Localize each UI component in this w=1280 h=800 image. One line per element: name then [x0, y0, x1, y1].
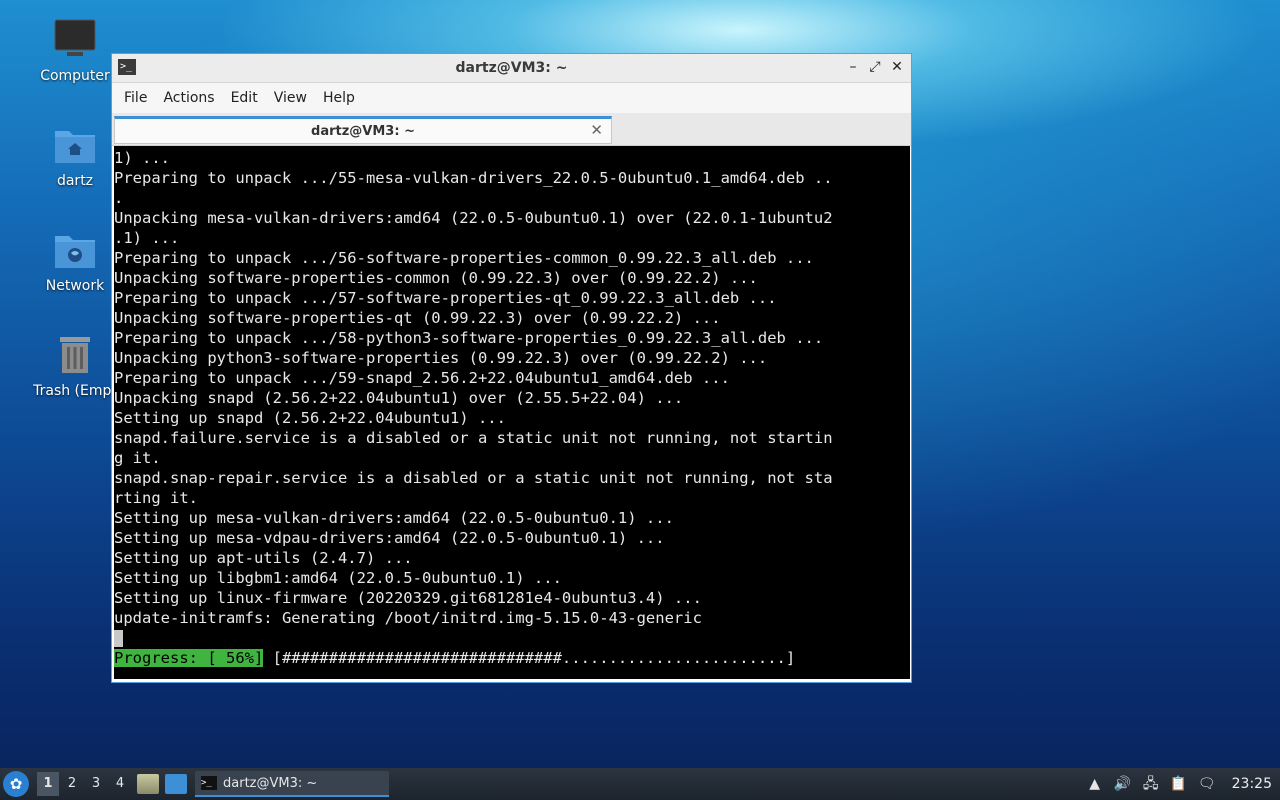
- workspace-1[interactable]: 1: [37, 772, 59, 796]
- terminal-line: snapd.failure.service is a disabled or a…: [114, 429, 833, 447]
- terminal-line: 1) ...: [114, 149, 170, 167]
- terminal-line: Preparing to unpack .../58-python3-softw…: [114, 329, 824, 347]
- terminal-line: Unpacking snapd (2.56.2+22.04ubuntu1) ov…: [114, 389, 684, 407]
- progress-bar: [##############################.........…: [263, 649, 796, 667]
- home-folder-icon: [53, 123, 97, 167]
- maximize-button[interactable]: ⤢: [867, 58, 883, 76]
- terminal-line: g it.: [114, 449, 161, 467]
- terminal-line: Preparing to unpack .../56-software-prop…: [114, 249, 814, 267]
- start-menu-button[interactable]: ✿: [3, 771, 29, 797]
- desktop-icon-label: dartz: [56, 173, 94, 189]
- terminal-window[interactable]: >_ dartz@VM3: ~ – ⤢ ✕ File Actions Edit …: [111, 53, 912, 683]
- terminal-line: .: [114, 189, 124, 207]
- workspace-2[interactable]: 2: [61, 772, 83, 796]
- desktop-icon-label: Trash (Empt: [33, 383, 117, 399]
- terminal-line: Setting up mesa-vdpau-drivers:amd64 (22.…: [114, 529, 665, 547]
- terminal-line: Unpacking software-properties-qt (0.99.2…: [114, 309, 721, 327]
- text-cursor: [114, 630, 123, 647]
- menu-view[interactable]: View: [266, 90, 315, 106]
- desktop-icon-label: Computer: [40, 68, 110, 84]
- show-desktop-icon[interactable]: [165, 774, 187, 794]
- tab-close-icon[interactable]: ✕: [590, 121, 603, 139]
- terminal-line: Setting up apt-utils (2.4.7) ...: [114, 549, 413, 567]
- terminal-line: Setting up mesa-vulkan-drivers:amd64 (22…: [114, 509, 674, 527]
- workspace-3[interactable]: 3: [85, 772, 107, 796]
- menu-help[interactable]: Help: [315, 90, 363, 106]
- progress-line: Progress: [ 56%] [######################…: [114, 648, 795, 668]
- terminal-line: Preparing to unpack .../57-software-prop…: [114, 289, 777, 307]
- desktop-icon-home[interactable]: dartz: [25, 123, 125, 189]
- terminal-line: Unpacking mesa-vulkan-drivers:amd64 (22.…: [114, 209, 833, 227]
- taskbar: ✿ 1 2 3 4 >_ dartz@VM3: ~ ▲ 🔊 🖧 📋 🗨 23:2…: [0, 768, 1280, 800]
- clock[interactable]: 23:25: [1232, 776, 1272, 792]
- terminal-line: Setting up libgbm1:amd64 (22.0.5-0ubuntu…: [114, 569, 562, 587]
- desktop-icon-trash[interactable]: Trash (Empt: [25, 333, 125, 399]
- notification-icon[interactable]: 🗨: [1198, 775, 1216, 793]
- desktop-icon-label: Network: [45, 278, 105, 294]
- network-icon[interactable]: 🖧: [1142, 775, 1160, 793]
- menu-actions[interactable]: Actions: [155, 90, 222, 106]
- terminal-icon: >_: [118, 59, 136, 75]
- tab-label: dartz@VM3: ~: [311, 123, 415, 139]
- taskbar-item-label: dartz@VM3: ~: [223, 775, 318, 791]
- workspace-4[interactable]: 4: [109, 772, 131, 796]
- terminal-line: .1) ...: [114, 229, 180, 247]
- menu-edit[interactable]: Edit: [223, 90, 266, 106]
- close-button[interactable]: ✕: [889, 58, 905, 76]
- desktop-icon-computer[interactable]: Computer: [25, 18, 125, 84]
- progress-label: Progress: [ 56%]: [114, 649, 264, 667]
- terminal-line: Preparing to unpack .../55-mesa-vulkan-d…: [114, 169, 833, 187]
- minimize-button[interactable]: –: [845, 58, 861, 76]
- terminal-line: Preparing to unpack .../59-snapd_2.56.2+…: [114, 369, 730, 387]
- tab-bar: dartz@VM3: ~ ✕: [112, 113, 911, 146]
- terminal-line: Unpacking python3-software-properties (0…: [114, 349, 768, 367]
- updates-icon[interactable]: ▲: [1086, 775, 1104, 793]
- taskbar-terminal-item[interactable]: >_ dartz@VM3: ~: [195, 771, 389, 797]
- terminal-tab[interactable]: dartz@VM3: ~ ✕: [114, 116, 612, 144]
- terminal-line: Setting up linux-firmware (20220329.git6…: [114, 589, 702, 607]
- terminal-output[interactable]: 1) ... Preparing to unpack .../55-mesa-v…: [114, 146, 910, 679]
- terminal-line: update-initramfs: Generating /boot/initr…: [114, 609, 702, 627]
- terminal-line: rting it.: [114, 489, 198, 507]
- network-folder-icon: [53, 228, 97, 272]
- menu-file[interactable]: File: [116, 90, 155, 106]
- window-titlebar[interactable]: >_ dartz@VM3: ~ – ⤢ ✕: [112, 54, 911, 83]
- terminal-line: Setting up snapd (2.56.2+22.04ubuntu1) .…: [114, 409, 506, 427]
- terminal-icon: >_: [201, 776, 217, 790]
- volume-icon[interactable]: 🔊: [1114, 775, 1132, 793]
- monitor-icon: [53, 18, 97, 62]
- desktop-icon-network[interactable]: Network: [25, 228, 125, 294]
- clipboard-icon[interactable]: 📋: [1170, 775, 1188, 793]
- system-tray: ▲ 🔊 🖧 📋 🗨 23:25: [1086, 768, 1272, 800]
- terminal-cursor-line: [114, 628, 910, 648]
- window-title: dartz@VM3: ~: [455, 60, 568, 76]
- terminal-line: snapd.snap-repair.service is a disabled …: [114, 469, 833, 487]
- terminal-line: Unpacking software-properties-common (0.…: [114, 269, 758, 287]
- menu-bar: File Actions Edit View Help: [112, 83, 911, 113]
- file-manager-launcher-icon[interactable]: [137, 774, 159, 794]
- trash-icon: [53, 333, 97, 377]
